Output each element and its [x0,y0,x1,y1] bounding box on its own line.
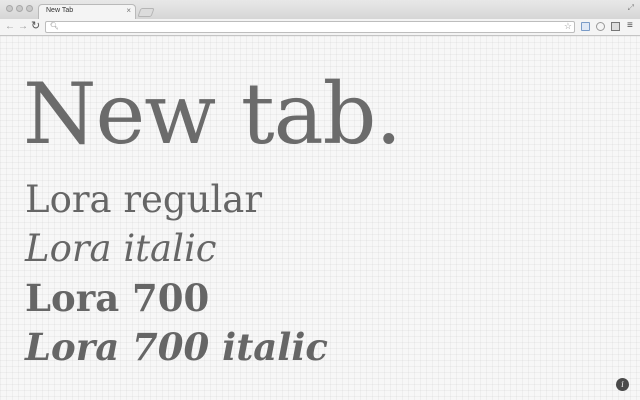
window-titlebar: New Tab × ⤢ [0,0,640,19]
new-tab-button[interactable] [137,8,155,17]
font-sample-italic: Lora italic [25,227,217,270]
extension-icon-3[interactable] [611,22,620,31]
reload-icon[interactable]: ↻ [31,19,40,33]
back-arrow-icon[interactable]: ← [5,20,15,34]
font-sample-bold-italic: Lora 700 italic [25,325,328,369]
address-input[interactable] [60,22,560,32]
fullscreen-icon[interactable]: ⤢ [628,3,634,13]
menu-icon[interactable]: ≡ [627,20,633,32]
page-headline: New tab. [23,65,402,163]
search-icon: 🔍︎ [50,23,59,30]
tab-title: New Tab [46,7,74,14]
info-icon[interactable]: i [616,378,629,391]
tab-new-tab[interactable]: New Tab × [38,4,136,19]
font-sample-regular: Lora regular [25,178,263,221]
close-window-button[interactable] [6,5,13,12]
font-sample-bold: Lora 700 [25,276,210,320]
omnibox[interactable]: 🔍︎ ☆ [45,21,575,33]
star-icon[interactable]: ☆ [564,21,572,32]
extension-icon-1[interactable] [581,22,590,31]
forward-arrow-icon[interactable]: → [18,20,28,34]
minimize-window-button[interactable] [16,5,23,12]
tab-close-icon[interactable]: × [126,6,131,16]
new-tab-page: New tab. Lora regular Lora italic Lora 7… [0,36,640,400]
browser-toolbar: ← → ↻ 🔍︎ ☆ ≡ [0,19,640,36]
extension-icon-2[interactable] [596,22,605,31]
zoom-window-button[interactable] [26,5,33,12]
